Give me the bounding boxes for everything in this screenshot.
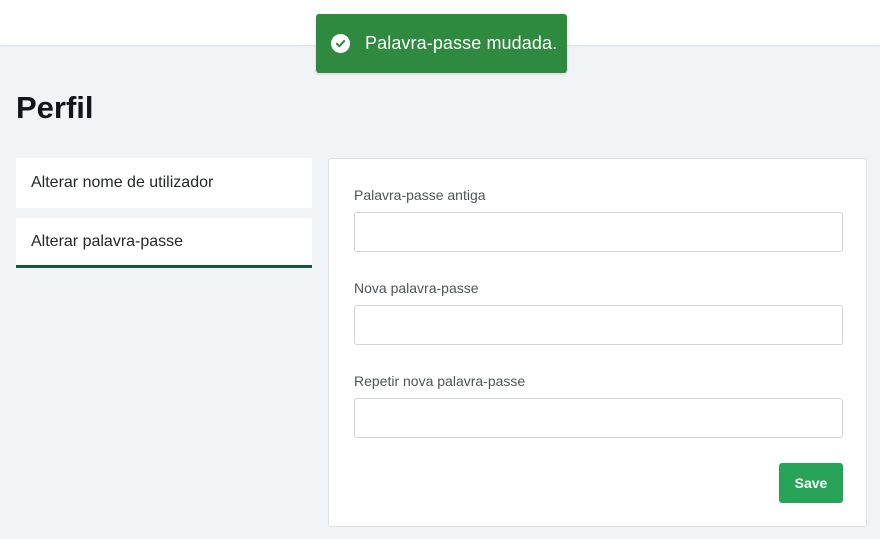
tab-change-username[interactable]: Alterar nome de utilizador (16, 158, 312, 208)
old-password-input[interactable] (354, 212, 843, 252)
success-toast: Palavra-passe mudada. (316, 14, 567, 73)
new-password-input[interactable] (354, 305, 843, 345)
repeat-password-input[interactable] (354, 398, 843, 438)
tab-label: Alterar palavra-passe (31, 232, 184, 250)
check-circle-icon (331, 34, 350, 53)
page-title: Perfil (16, 90, 94, 125)
tab-label: Alterar nome de utilizador (31, 174, 214, 191)
tab-change-password[interactable]: Alterar palavra-passe (16, 218, 312, 268)
new-password-label: Nova palavra-passe (354, 280, 479, 296)
save-button[interactable]: Save (779, 463, 843, 503)
repeat-password-label: Repetir nova palavra-passe (354, 373, 526, 389)
old-password-label: Palavra-passe antiga (354, 187, 486, 203)
toast-message: Palavra-passe mudada. (365, 33, 558, 53)
change-password-form: Palavra-passe antiga Nova palavra-passe … (328, 158, 867, 527)
